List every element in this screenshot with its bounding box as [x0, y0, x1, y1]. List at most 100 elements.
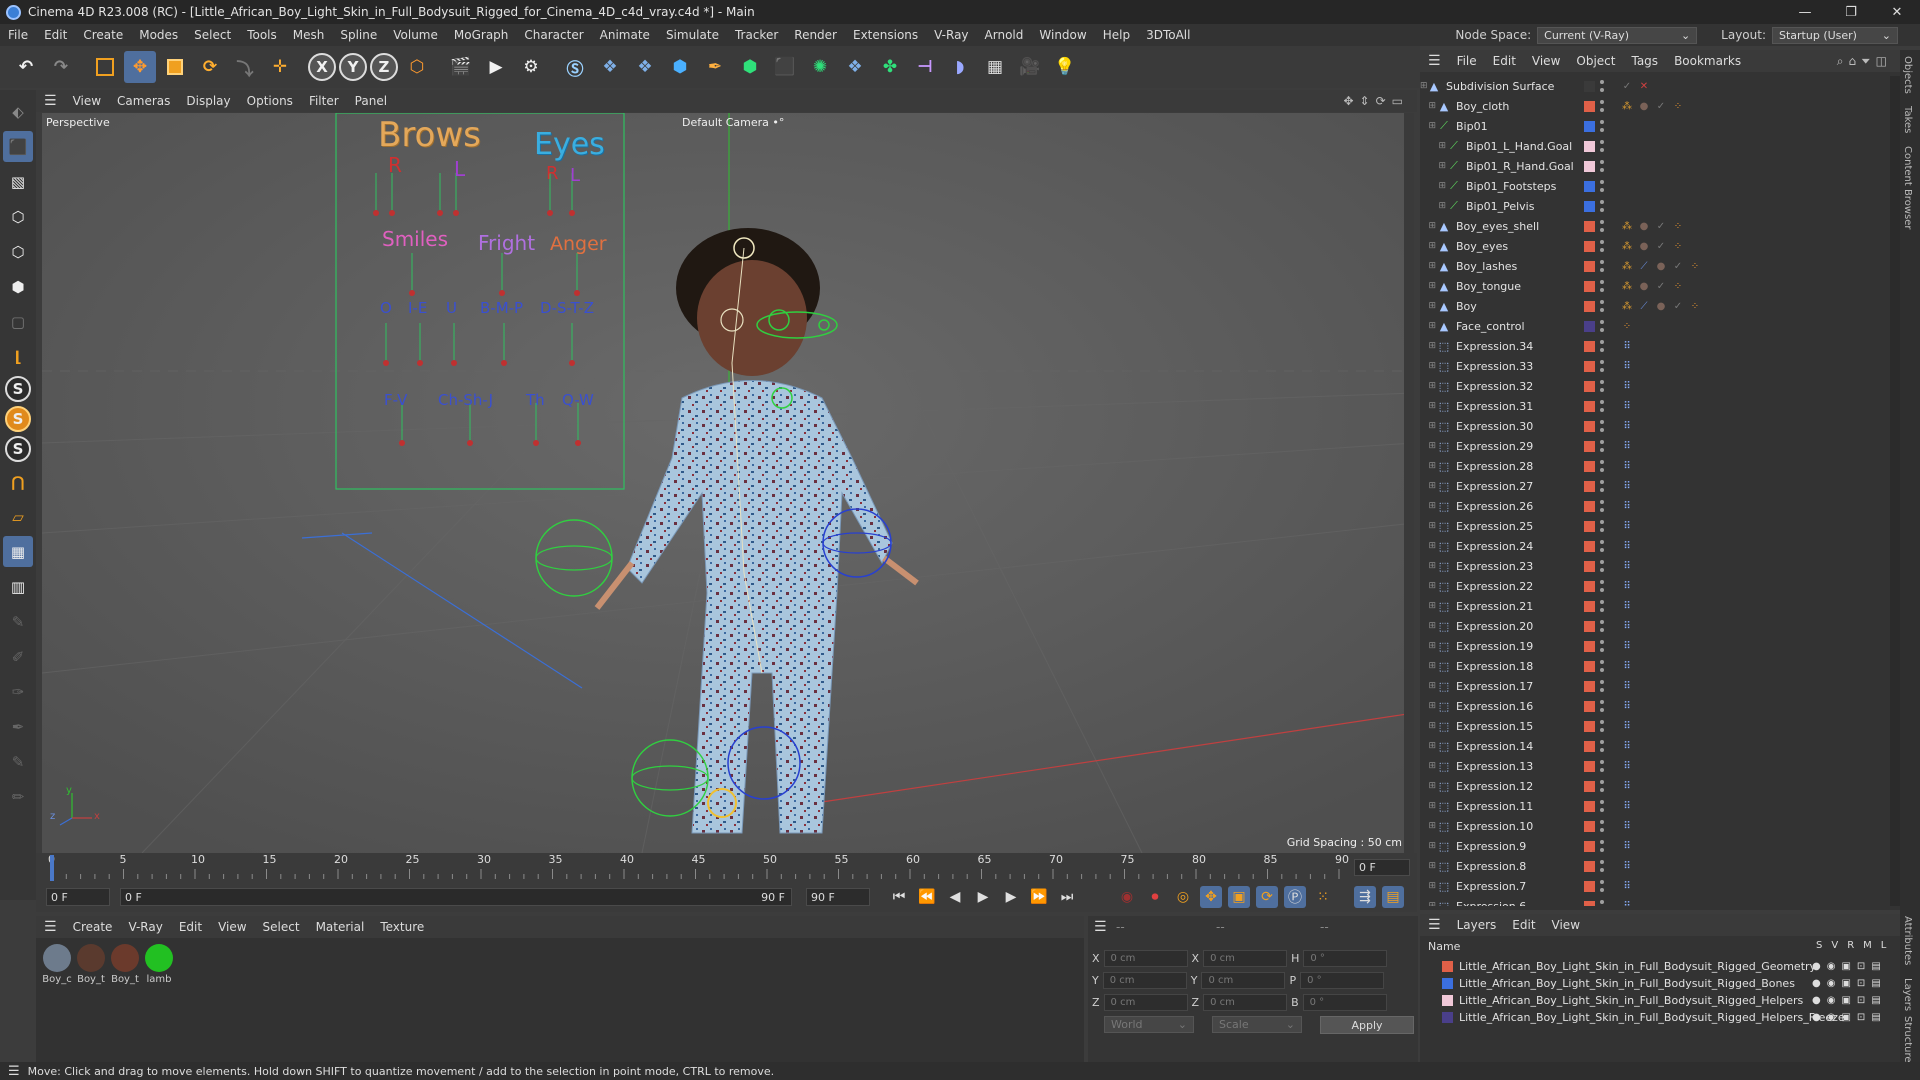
expand-toggle-icon[interactable]: ⊞	[1420, 261, 1438, 271]
expand-toggle-icon[interactable]: ⊞	[1420, 241, 1438, 251]
grid-tag-icon[interactable]: ⠿	[1620, 659, 1634, 673]
deformer-button[interactable]: ⊣	[909, 51, 941, 83]
object-tree-row[interactable]: ⊞ ⟋ Bip01	[1420, 116, 1890, 136]
quantize-button[interactable]: S	[5, 436, 31, 462]
expand-toggle-icon[interactable]: ⊞	[1420, 601, 1438, 611]
object-tree-row[interactable]: ⊞ ⟋ Bip01_R_Hand.Goal	[1420, 156, 1890, 176]
pen-spline-button[interactable]: ✒	[699, 51, 731, 83]
tex-tag-icon[interactable]: ⁂	[1620, 239, 1634, 253]
expand-toggle-icon[interactable]: ⊞	[1420, 641, 1438, 651]
ball-tag-icon[interactable]: ●	[1654, 259, 1668, 273]
object-tree-row[interactable]: ⊞ ⟋ Bip01_Pelvis	[1420, 196, 1890, 216]
go-to-start-button[interactable]: ⏮	[888, 886, 910, 908]
solo-toggle-icon[interactable]: ●	[1812, 978, 1821, 989]
visibility-dots-icon[interactable]	[1600, 760, 1605, 772]
bone-tag-icon[interactable]: ⟋	[1637, 299, 1651, 313]
layer-color-swatch[interactable]	[1584, 560, 1595, 572]
polygons-mode-button[interactable]: ⬢	[3, 271, 33, 302]
timeline-window-button[interactable]: ▤	[1382, 886, 1404, 908]
layer-color-swatch[interactable]	[1584, 500, 1595, 512]
dots-tag-icon[interactable]: ⁘	[1688, 299, 1702, 313]
expand-toggle-icon[interactable]: ⊞	[1420, 661, 1438, 671]
layer-color-swatch[interactable]	[1584, 620, 1595, 632]
layer-color-swatch[interactable]	[1584, 100, 1595, 112]
visibility-dots-icon[interactable]	[1600, 520, 1605, 532]
layer-color-swatch[interactable]	[1584, 600, 1595, 612]
layer-color-swatch[interactable]	[1584, 640, 1595, 652]
x-axis-lock-button[interactable]: X	[308, 53, 336, 81]
layer-color-swatch[interactable]	[1584, 760, 1595, 772]
uv-mode-button[interactable]: ▢	[3, 306, 33, 337]
expand-toggle-icon[interactable]: ⊞	[1420, 821, 1438, 831]
layer-color-swatch[interactable]	[1442, 1012, 1453, 1023]
texture-mode-button[interactable]: ▧	[3, 166, 33, 197]
object-tree-row[interactable]: ⊞ ⬚ Expression.28 ⠿	[1420, 456, 1890, 476]
grid-tag-icon[interactable]: ⠿	[1620, 599, 1634, 613]
manager-toggle-icon[interactable]: ⊡	[1857, 961, 1865, 972]
visibility-dots-icon[interactable]	[1600, 480, 1605, 492]
layer-color-swatch[interactable]	[1442, 961, 1453, 972]
position-z-field[interactable]: 0 cm	[1103, 994, 1188, 1011]
layer-color-swatch[interactable]	[1584, 840, 1595, 852]
layer-color-swatch[interactable]	[1584, 80, 1595, 92]
menu-modes[interactable]: Modes	[131, 28, 186, 42]
rotation-b-field[interactable]: 0 °	[1302, 994, 1387, 1011]
object-tree-row[interactable]: ⊞ ⬚ Expression.10 ⠿	[1420, 816, 1890, 836]
grid-tag-icon[interactable]: ⠿	[1620, 799, 1634, 813]
close-button[interactable]: ✕	[1874, 0, 1920, 24]
object-tree-row[interactable]: ⊞ ▲ Face_control ⁘	[1420, 316, 1890, 336]
layer-color-swatch[interactable]	[1584, 400, 1595, 412]
vray-button[interactable]: Ⓢ	[559, 51, 591, 83]
layer-color-swatch[interactable]	[1442, 995, 1453, 1006]
layout-dropdown[interactable]: Startup (User) ⌄	[1772, 26, 1898, 44]
expand-toggle-icon[interactable]: ⊞	[1420, 681, 1438, 691]
grid-tag-icon[interactable]: ⠿	[1620, 499, 1634, 513]
visibility-dots-icon[interactable]	[1600, 800, 1605, 812]
layer-color-swatch[interactable]	[1584, 280, 1595, 292]
object-tree-row[interactable]: ⊞ ⬚ Expression.16 ⠿	[1420, 696, 1890, 716]
visibility-dots-icon[interactable]	[1600, 320, 1605, 332]
expand-toggle-icon[interactable]: ⊞	[1420, 501, 1438, 511]
autokey-button[interactable]: ⏺	[1144, 886, 1166, 908]
rotation-p-field[interactable]: 0 °	[1300, 972, 1385, 989]
grid-tag-icon[interactable]: ⠿	[1620, 639, 1634, 653]
expand-toggle-icon[interactable]: ⊞	[1420, 421, 1438, 431]
menu-mograph[interactable]: MoGraph	[446, 28, 517, 42]
layer-color-swatch[interactable]	[1584, 160, 1595, 172]
start-frame-field[interactable]: 0 F	[46, 888, 110, 906]
tex-tag-icon[interactable]: ⁂	[1620, 259, 1634, 273]
visibility-dots-icon[interactable]	[1600, 640, 1605, 652]
material-item[interactable]: Boy_t	[110, 944, 140, 985]
expand-toggle-icon[interactable]: ⊞	[1420, 801, 1438, 811]
layer-row[interactable]: Little_African_Boy_Light_Skin_in_Full_Bo…	[1420, 1009, 1900, 1026]
expand-toggle-icon[interactable]: ⊞	[1420, 161, 1448, 171]
layer-color-swatch[interactable]	[1584, 900, 1595, 906]
position-y-field[interactable]: 0 cm	[1102, 972, 1187, 989]
locked-toggle-icon[interactable]: ▤	[1871, 1012, 1880, 1023]
extrude-button[interactable]: ⬛	[769, 51, 801, 83]
tex-tag-icon[interactable]: ⁂	[1620, 279, 1634, 293]
grid-tag-icon[interactable]: ⠿	[1620, 779, 1634, 793]
layer-color-swatch[interactable]	[1584, 860, 1595, 872]
expand-toggle-icon[interactable]: ⊞	[1420, 201, 1448, 211]
viewport-camera-label[interactable]: Default Camera •°	[682, 116, 784, 129]
locked-toggle-icon[interactable]: ▤	[1871, 961, 1880, 972]
visibility-dots-icon[interactable]	[1600, 400, 1605, 412]
expand-toggle-icon[interactable]: ⊞	[1420, 141, 1448, 151]
visibility-dots-icon[interactable]	[1600, 160, 1605, 172]
grid-tag-icon[interactable]: ⠿	[1620, 559, 1634, 573]
tab-structure[interactable]: Structure	[1902, 1016, 1913, 1063]
visibility-dots-icon[interactable]	[1600, 360, 1605, 372]
visibility-dots-icon[interactable]	[1600, 900, 1605, 906]
object-tree-row[interactable]: ⊞ ⬚ Expression.13 ⠿	[1420, 756, 1890, 776]
layer-color-swatch[interactable]	[1584, 580, 1595, 592]
spline-tool-button[interactable]: ✏	[3, 781, 33, 812]
tab-objects[interactable]: Objects	[1902, 56, 1913, 94]
object-tree-row[interactable]: ⊞ ⬚ Expression.29 ⠿	[1420, 436, 1890, 456]
render-toggle-icon[interactable]: ▣	[1841, 1012, 1850, 1023]
axis-mode-button[interactable]: ⌊	[3, 341, 33, 372]
apply-button[interactable]: Apply	[1320, 1016, 1414, 1034]
render-settings-button[interactable]: ⚙	[515, 51, 547, 83]
material-item[interactable]: lamb	[144, 944, 174, 985]
3d-viewport[interactable]: Brows Eyes R L R L Smiles Fright Anger O…	[42, 113, 1414, 853]
